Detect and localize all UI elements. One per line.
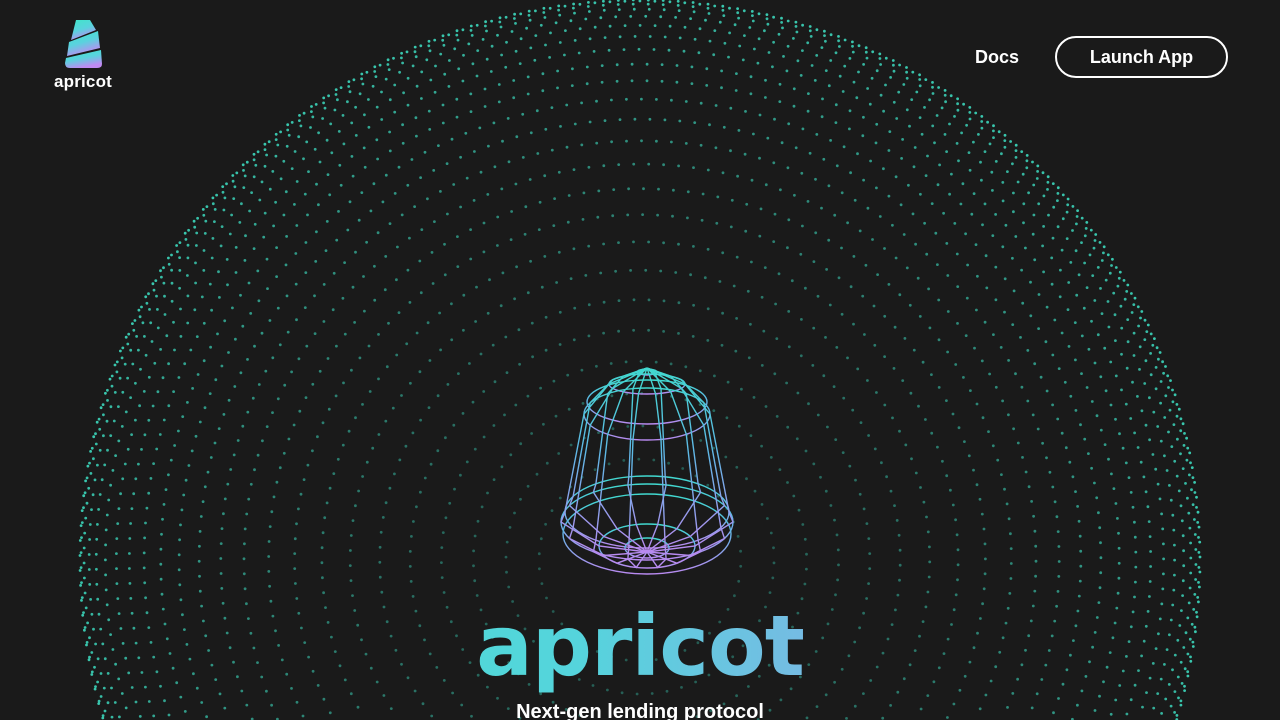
launch-app-button[interactable]: Launch App <box>1055 36 1228 78</box>
header: apricot Docs Launch App <box>0 0 1280 110</box>
top-nav: Docs Launch App <box>975 36 1228 78</box>
logo-text: apricot <box>53 72 113 91</box>
apricot-logo-icon <box>65 20 102 68</box>
logo-link[interactable]: apricot <box>50 18 116 96</box>
hero-title: apricot <box>0 596 1280 696</box>
wireframe-apricot-icon <box>560 367 734 575</box>
landing-page: apricot Docs Launch App apricot Next-gen… <box>0 0 1280 720</box>
hero-tagline: Next-gen lending protocol <box>516 701 764 720</box>
docs-link[interactable]: Docs <box>975 47 1019 68</box>
